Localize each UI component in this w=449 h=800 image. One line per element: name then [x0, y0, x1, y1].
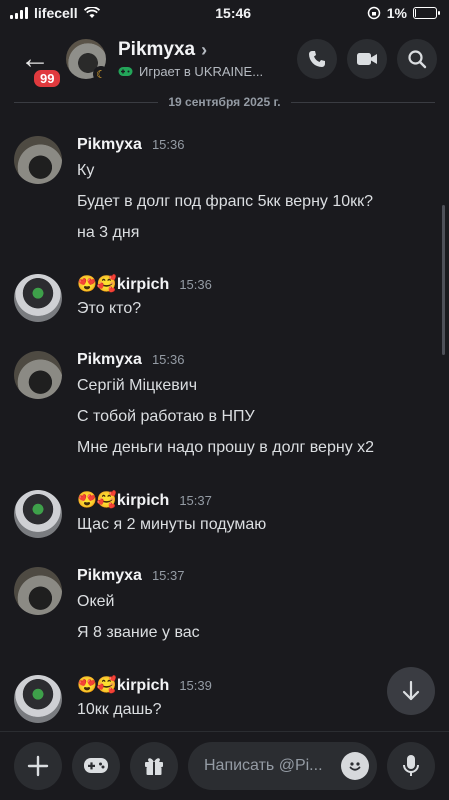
message-text[interactable]: Ку [77, 160, 373, 191]
gift-icon [145, 758, 163, 775]
smiley-icon [349, 762, 361, 771]
avatar[interactable] [14, 567, 62, 615]
message-text[interactable]: Мне деньги надо прошу в долг верну х2 [77, 437, 374, 468]
message-group: 😍🥰kirpich 15:37 Щас я 2 минуты подумаю [14, 490, 429, 545]
message-author[interactable]: Pikmyxa [77, 567, 142, 585]
message-text[interactable]: на 3 дня [77, 222, 373, 253]
clock: 15:46 [215, 5, 252, 21]
message-group: Pikmyxa 15:36 Ку Будет в долг под фрапс … [14, 136, 429, 253]
add-attachment-button[interactable] [14, 742, 62, 790]
unread-badge: 99 [32, 68, 63, 89]
message-list[interactable]: Pikmyxa 15:36 Ку Будет в долг под фрапс … [0, 110, 449, 730]
message-input[interactable] [204, 757, 341, 775]
avatar[interactable] [14, 351, 62, 399]
status-bar: lifecell 15:46 1% [0, 0, 449, 26]
battery-icon [412, 7, 440, 19]
jump-to-bottom-button[interactable] [387, 667, 435, 715]
divider-line [14, 101, 159, 103]
message-composer [0, 731, 449, 800]
message-text[interactable]: Сергій Міцкевич [77, 375, 374, 406]
orientation-lock-icon [367, 6, 380, 20]
message-text[interactable]: Я 8 звание у вас [77, 622, 200, 653]
date-divider: 19 сентября 2025 г. [0, 92, 449, 112]
message-author[interactable]: 😍🥰kirpich [77, 490, 169, 510]
message-group: Pikmyxa 15:37 Окей Я 8 звание у вас [14, 567, 429, 653]
chevron-right-icon: › [201, 39, 208, 60]
emoji-button[interactable] [341, 752, 369, 780]
avatar[interactable] [14, 136, 62, 184]
gift-button[interactable] [130, 742, 178, 790]
message-text[interactable]: Окей [77, 591, 200, 622]
message-group: 😍🥰kirpich 15:36 Это кто? [14, 274, 429, 329]
gamepad-icon [84, 758, 108, 773]
message-text[interactable]: С тобой работаю в НПУ [77, 406, 374, 437]
avatar[interactable]: ☾ [66, 39, 109, 82]
arrow-down-icon [402, 680, 420, 701]
voice-message-button[interactable] [387, 742, 435, 790]
video-call-button[interactable] [347, 39, 387, 79]
phone-icon [309, 51, 325, 67]
message-timestamp: 15:36 [179, 277, 212, 292]
message-author[interactable]: 😍🥰kirpich [77, 274, 169, 294]
message-input-container[interactable] [188, 742, 377, 790]
message-group: 😍🥰kirpich 15:39 10кк дашь? [14, 675, 429, 730]
message-text[interactable]: Это кто? [77, 298, 212, 329]
message-group: Pikmyxa 15:36 Сергій Міцкевич С тобой ра… [14, 351, 429, 468]
avatar[interactable] [14, 274, 62, 322]
battery-fill [414, 9, 417, 17]
plus-icon [27, 755, 49, 777]
date-label: 19 сентября 2025 г. [168, 95, 281, 109]
signal-icon [10, 7, 28, 19]
activities-button[interactable] [72, 742, 120, 790]
message-text[interactable]: Щас я 2 минуты подумаю [77, 514, 266, 545]
message-timestamp: 15:36 [151, 352, 185, 367]
message-author[interactable]: Pikmyxa [77, 351, 142, 369]
back-button[interactable]: ← 99 [12, 34, 63, 89]
gamepad-icon [118, 67, 133, 76]
video-camera-icon [357, 53, 377, 65]
message-timestamp: 15:36 [151, 137, 185, 152]
page-title: Pikmyxa [118, 39, 196, 60]
message-author[interactable]: 😍🥰kirpich [77, 675, 169, 695]
wifi-icon [83, 7, 100, 18]
search-icon [408, 50, 427, 69]
divider-line [290, 101, 435, 103]
idle-status-icon: ☾ [93, 66, 109, 82]
chat-header: ← 99 ☾ Pikmyxa › Играет в UKRAINE... [0, 28, 449, 90]
microphone-icon [403, 755, 419, 776]
voice-call-button[interactable] [297, 39, 337, 79]
message-timestamp: 15:37 [179, 493, 212, 508]
search-button[interactable] [397, 39, 437, 79]
message-timestamp: 15:37 [151, 568, 185, 583]
message-author[interactable]: Pikmyxa [77, 136, 142, 154]
message-text[interactable]: Будет в долг под фрапс 5кк верну 10кк? [77, 191, 373, 222]
message-text[interactable]: 10кк дашь? [77, 699, 212, 730]
avatar[interactable] [14, 490, 62, 538]
activity-status: Играет в UKRAINE... [139, 64, 264, 79]
battery-percent: 1% [386, 5, 407, 21]
avatar[interactable] [14, 675, 62, 723]
header-titles[interactable]: Pikmyxa › Играет в UKRAINE... [118, 39, 287, 79]
message-timestamp: 15:39 [179, 678, 212, 693]
carrier-label: lifecell [34, 5, 78, 21]
scrollbar[interactable] [442, 205, 445, 355]
